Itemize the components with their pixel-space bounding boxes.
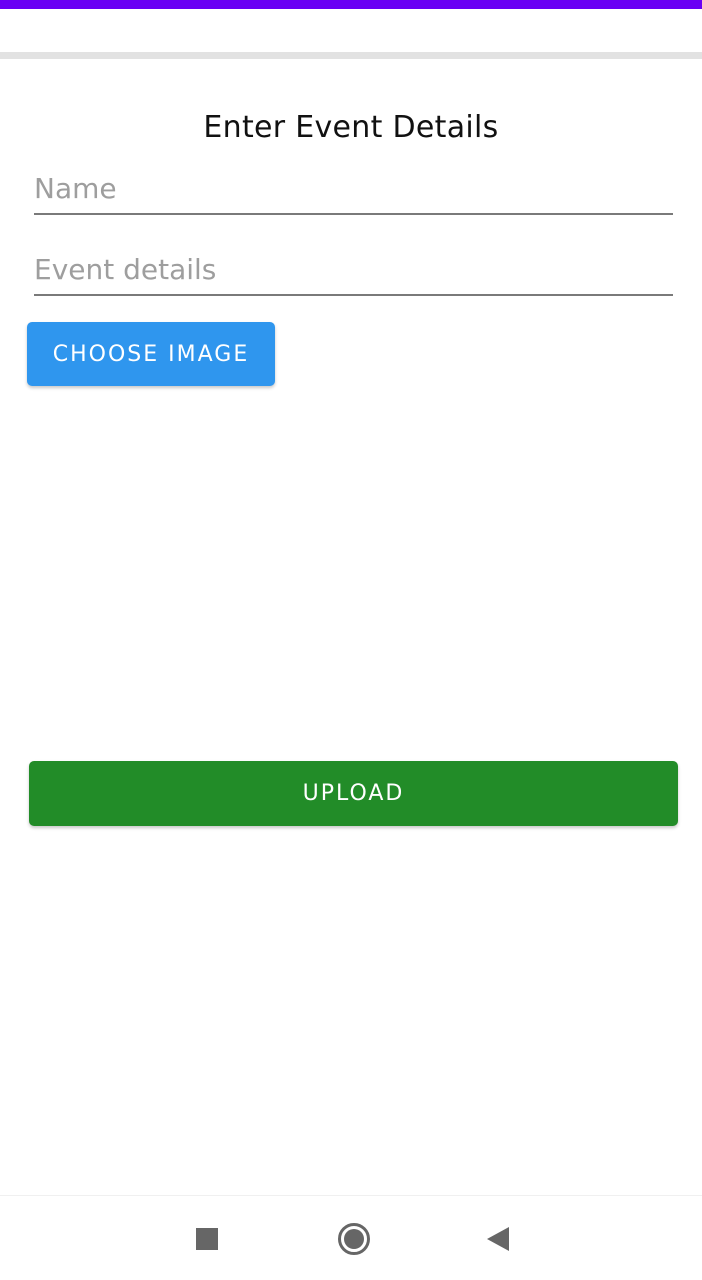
recents-square-icon xyxy=(196,1228,218,1250)
system-navigation-bar xyxy=(0,1195,702,1280)
status-bar xyxy=(0,0,702,9)
page-title: Enter Event Details xyxy=(203,110,499,145)
name-input[interactable] xyxy=(34,163,673,213)
upload-button[interactable]: UPLOAD xyxy=(29,761,678,826)
home-circle-icon xyxy=(338,1223,370,1255)
event-details-field xyxy=(34,244,673,296)
app-bar-divider xyxy=(0,52,702,59)
recents-button[interactable] xyxy=(182,1214,232,1264)
choose-image-button[interactable]: CHOOSE IMAGE xyxy=(27,322,275,386)
event-details-screen: Enter Event Details CHOOSE IMAGE UPLOAD xyxy=(0,0,702,1280)
event-details-input[interactable] xyxy=(34,244,673,294)
home-button[interactable] xyxy=(329,1214,379,1264)
back-triangle-icon xyxy=(487,1227,509,1251)
app-bar xyxy=(0,9,702,52)
name-field xyxy=(34,163,673,215)
back-button[interactable] xyxy=(473,1214,523,1264)
